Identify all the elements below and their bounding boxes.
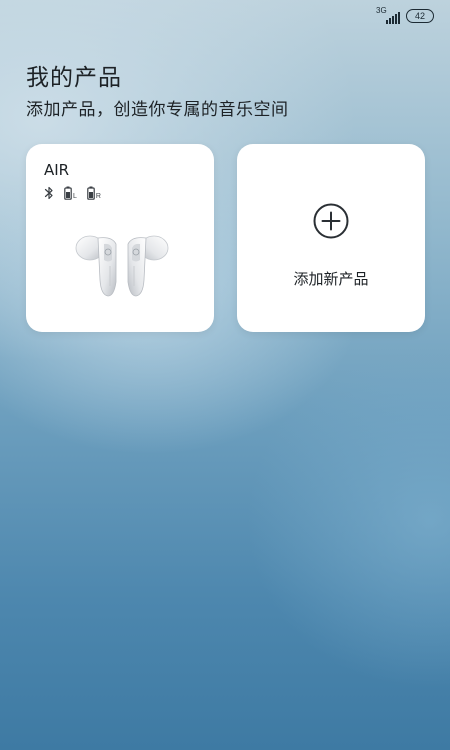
network-type-label: 3G bbox=[376, 6, 387, 15]
left-earbud-battery: L bbox=[64, 186, 77, 200]
plus-circle-icon[interactable] bbox=[313, 203, 349, 239]
product-card-air[interactable]: AIR L R bbox=[26, 144, 214, 332]
left-battery-icon bbox=[64, 186, 72, 200]
page-subtitle: 添加产品，创造你专属的音乐空间 bbox=[26, 100, 289, 120]
add-product-card[interactable]: 添加新产品 bbox=[237, 144, 425, 332]
status-bar: 3G 42 bbox=[376, 6, 434, 26]
battery-indicator: 42 bbox=[406, 9, 434, 23]
signal-strength-icon bbox=[386, 12, 400, 24]
network-indicator: 3G bbox=[376, 7, 400, 24]
product-status-row: L R bbox=[44, 186, 101, 200]
earbuds-image bbox=[75, 235, 169, 297]
right-earbud-battery: R bbox=[87, 186, 101, 200]
right-label: R bbox=[95, 193, 101, 200]
product-name: AIR bbox=[44, 161, 70, 179]
add-product-label: 添加新产品 bbox=[293, 270, 369, 288]
left-label: L bbox=[73, 193, 77, 200]
right-battery-icon bbox=[87, 186, 95, 200]
page-title: 我的产品 bbox=[26, 65, 122, 91]
battery-level: 42 bbox=[414, 11, 425, 21]
bluetooth-icon bbox=[44, 186, 53, 200]
